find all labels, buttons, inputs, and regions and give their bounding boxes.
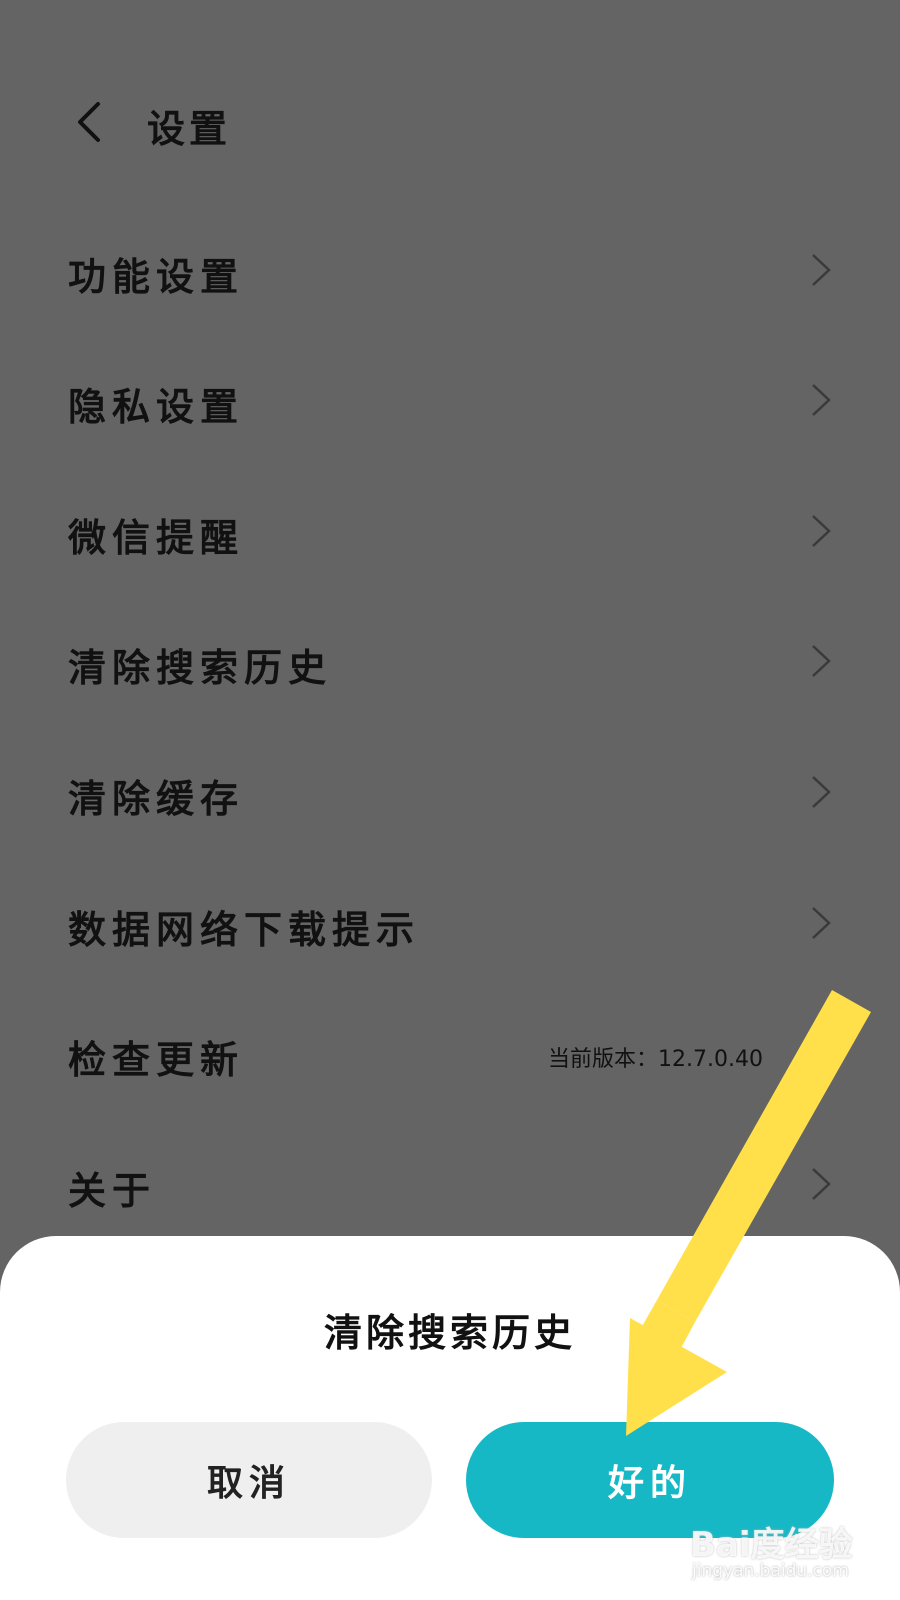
- chevron-right-icon: [812, 254, 831, 286]
- page-title: 设置: [147, 106, 232, 151]
- menu-item-wechat-reminder[interactable]: 微信提醒: [0, 469, 900, 589]
- menu-item-about[interactable]: 关于: [0, 1122, 900, 1242]
- menu-item-label: 清除缓存: [68, 776, 245, 821]
- ok-button[interactable]: 好的: [466, 1422, 834, 1538]
- menu-item-clear-search-history[interactable]: 清除搜索历史: [0, 599, 900, 719]
- chevron-left-icon[interactable]: [70, 100, 110, 144]
- top-bar: 设置: [0, 80, 900, 170]
- menu-item-label: 清除搜索历史: [68, 645, 333, 690]
- menu-item-feature-settings[interactable]: 功能设置: [0, 208, 900, 328]
- confirm-dialog: 清除搜索历史 取消 好的: [0, 1236, 900, 1600]
- menu-item-data-download-prompt[interactable]: 数据网络下载提示: [0, 861, 900, 981]
- menu-item-label: 隐私设置: [68, 384, 245, 429]
- menu-item-clear-cache[interactable]: 清除缓存: [0, 730, 900, 850]
- chevron-right-icon: [812, 384, 831, 416]
- menu-item-label: 关于: [68, 1168, 157, 1213]
- chevron-right-icon: [812, 907, 831, 939]
- dialog-title: 清除搜索历史: [323, 1310, 576, 1355]
- chevron-right-icon: [812, 645, 831, 677]
- chevron-right-icon: [812, 776, 831, 808]
- menu-item-label: 微信提醒: [68, 515, 245, 560]
- menu-item-label: 功能设置: [68, 254, 245, 299]
- cancel-button[interactable]: 取消: [66, 1422, 432, 1538]
- version-text: 当前版本：12.7.0.40: [548, 1047, 763, 1072]
- menu-item-label: 检查更新: [68, 1037, 245, 1082]
- chevron-right-icon: [812, 1168, 831, 1200]
- chevron-right-icon: [812, 515, 831, 547]
- menu-item-check-update[interactable]: 检查更新 当前版本：12.7.0.40: [0, 991, 900, 1111]
- menu-item-label: 数据网络下载提示: [68, 907, 421, 952]
- menu-item-privacy-settings[interactable]: 隐私设置: [0, 338, 900, 458]
